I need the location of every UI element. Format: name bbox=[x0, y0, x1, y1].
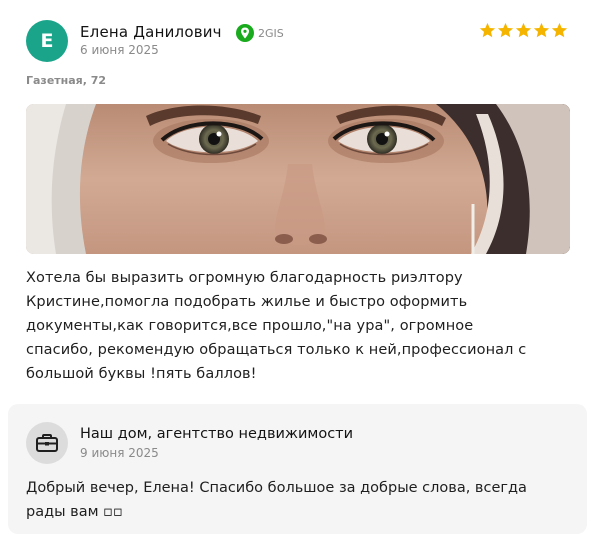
review-date: 6 июня 2025 bbox=[80, 43, 159, 57]
2gis-pin-icon bbox=[236, 24, 254, 42]
star-icon bbox=[497, 22, 514, 38]
review-photo[interactable] bbox=[26, 104, 570, 254]
reply-date: 9 июня 2025 bbox=[80, 446, 159, 460]
briefcase-icon bbox=[36, 434, 58, 452]
reply-author[interactable]: Наш дом, агентство недвижимости bbox=[80, 426, 353, 442]
review-address: Газетная, 72 bbox=[26, 74, 107, 87]
source-label: 2GIS bbox=[258, 26, 284, 40]
author-name[interactable]: Елена Данилович bbox=[80, 23, 222, 41]
source-badge: 2GIS bbox=[236, 24, 284, 42]
star-icon bbox=[479, 22, 496, 38]
star-icon bbox=[551, 22, 568, 38]
owner-reply: Наш дом, агентство недвижимости 9 июня 2… bbox=[8, 404, 587, 534]
review-text: Хотела бы выразить огромную благодарност… bbox=[26, 270, 527, 382]
author-avatar[interactable]: Е bbox=[26, 20, 68, 62]
reply-text: Добрый вечер, Елена! Спасибо большое за … bbox=[26, 480, 527, 520]
star-icon bbox=[533, 22, 550, 38]
rating-stars bbox=[479, 22, 568, 39]
avatar-letter: Е bbox=[40, 30, 54, 52]
star-icon bbox=[515, 22, 532, 38]
reply-avatar[interactable] bbox=[26, 422, 68, 464]
